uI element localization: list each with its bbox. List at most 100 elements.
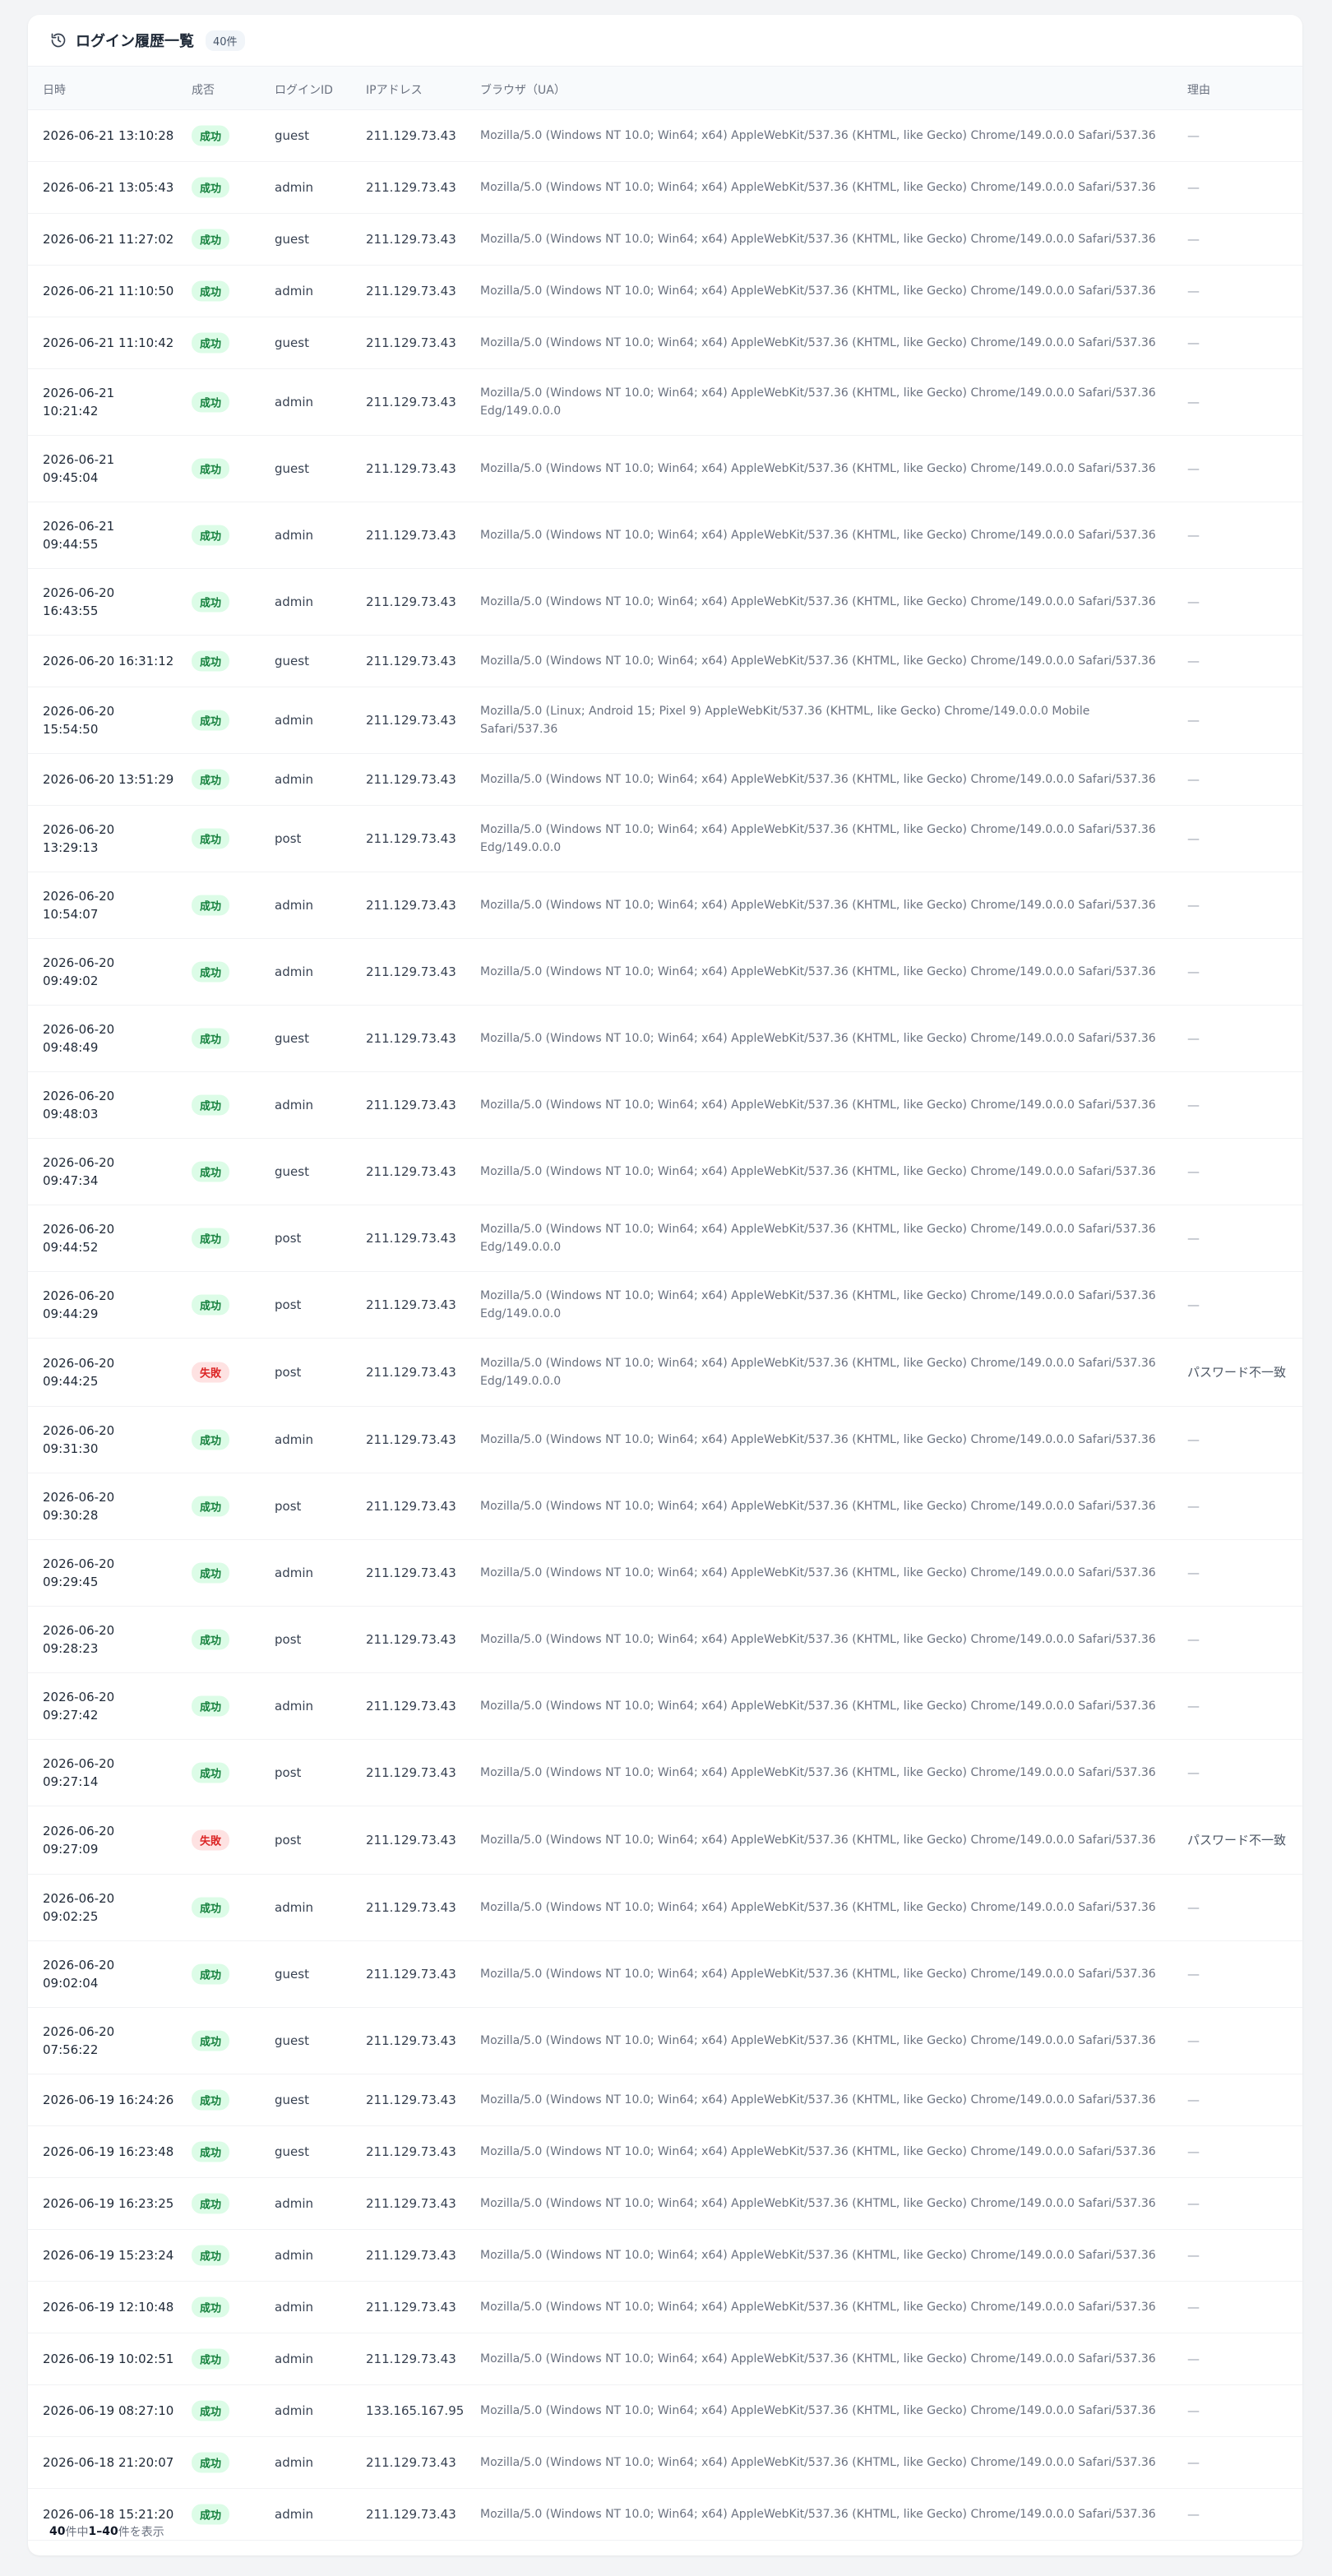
cell-ip: 211.129.73.43 xyxy=(366,713,456,728)
status-badge: 成功 xyxy=(192,177,230,198)
cell-reason: — xyxy=(1187,180,1200,195)
cell-ip: 211.129.73.43 xyxy=(366,461,456,476)
column-header-ip[interactable]: IPアドレス xyxy=(366,81,477,98)
cell-user-agent: Mozilla/5.0 (Linux; Android 15; Pixel 9)… xyxy=(480,705,1090,736)
cell-result: 成功 xyxy=(192,1695,266,1717)
cell-ip: 211.129.73.43 xyxy=(366,2248,456,2263)
cell-result: 成功 xyxy=(192,2245,266,2266)
cell-date: 2026-06-20 07:56:22 xyxy=(43,2024,115,2057)
cell-user-agent: Mozilla/5.0 (Windows NT 10.0; Win64; x64… xyxy=(480,1433,1156,1446)
cell-login-id: admin xyxy=(275,1699,313,1713)
status-badge: 成功 xyxy=(192,2030,230,2051)
cell-user-agent: Mozilla/5.0 (Windows NT 10.0; Win64; x64… xyxy=(480,595,1156,608)
column-header-browser[interactable]: ブラウザ（UA） xyxy=(480,81,1187,98)
cell-login-id: guest xyxy=(275,461,309,476)
cell-reason: — xyxy=(1187,898,1200,913)
status-badge: 成功 xyxy=(192,895,230,916)
cell-result: 成功 xyxy=(192,1963,266,1985)
cell-reason: — xyxy=(1187,1164,1200,1179)
cell-login-id: post xyxy=(275,1765,302,1780)
cell-ip: 211.129.73.43 xyxy=(366,1699,456,1713)
cell-user-agent: Mozilla/5.0 (Windows NT 10.0; Win64; x64… xyxy=(480,462,1156,475)
cell-reason: — xyxy=(1187,2300,1200,2315)
total-suffix: 件中 xyxy=(65,2526,89,2539)
cell-date: 2026-06-21 11:27:02 xyxy=(43,232,174,247)
cell-date: 2026-06-19 08:27:10 xyxy=(43,2403,174,2418)
cell-reason: — xyxy=(1187,1031,1200,1046)
status-badge: 成功 xyxy=(192,710,230,731)
table-row: 2026-06-21 13:05:43 成功 admin 211.129.73.43 M… xyxy=(28,162,1302,214)
cell-result: 成功 xyxy=(192,2400,266,2421)
cell-login-id: guest xyxy=(275,335,309,350)
table-row: 2026-06-19 08:27:10 成功 admin 133.165.167.95… xyxy=(28,2385,1302,2437)
table-row: 2026-06-20 16:31:12 成功 guest 211.129.73.43 M… xyxy=(28,636,1302,687)
cell-reason: — xyxy=(1187,2093,1200,2107)
status-badge: 成功 xyxy=(192,1629,230,1650)
cell-login-id: guest xyxy=(275,2093,309,2107)
cell-ip: 211.129.73.43 xyxy=(366,1164,456,1179)
cell-date: 2026-06-20 09:27:42 xyxy=(43,1690,115,1723)
cell-user-agent: Mozilla/5.0 (Windows NT 10.0; Win64; x64… xyxy=(480,654,1156,668)
cell-date: 2026-06-19 12:10:48 xyxy=(43,2300,174,2315)
cell-date: 2026-06-20 09:48:49 xyxy=(43,1022,115,1055)
cell-ip: 133.165.167.95 xyxy=(366,2403,465,2418)
table-row: 2026-06-20 09:28:23 成功 post 211.129.73.43 Mo… xyxy=(28,1607,1302,1673)
cell-ip: 211.129.73.43 xyxy=(366,831,456,846)
status-badge: 成功 xyxy=(192,591,230,613)
cell-reason: — xyxy=(1187,1900,1200,1915)
cell-ip: 211.129.73.43 xyxy=(366,1098,456,1112)
cell-date: 2026-06-21 11:10:50 xyxy=(43,284,174,298)
cell-result: 成功 xyxy=(192,710,266,731)
status-badge: 成功 xyxy=(192,280,230,302)
cell-user-agent: Mozilla/5.0 (Windows NT 10.0; Win64; x64… xyxy=(480,284,1156,298)
status-badge: 成功 xyxy=(192,1496,230,1517)
cell-login-id: admin xyxy=(275,2248,313,2263)
column-header-date[interactable]: 日時 xyxy=(43,81,184,98)
cell-user-agent: Mozilla/5.0 (Windows NT 10.0; Win64; x64… xyxy=(480,2249,1156,2262)
cell-ip: 211.129.73.43 xyxy=(366,528,456,543)
column-header-reason[interactable]: 理由 xyxy=(1187,81,1290,98)
table-row: 2026-06-20 09:47:34 成功 guest 211.129.73.43 M… xyxy=(28,1139,1302,1205)
cell-ip: 211.129.73.43 xyxy=(366,2144,456,2159)
cell-date: 2026-06-20 09:44:25 xyxy=(43,1356,115,1389)
cell-ip: 211.129.73.43 xyxy=(366,284,456,298)
cell-user-agent: Mozilla/5.0 (Windows NT 10.0; Win64; x64… xyxy=(480,233,1156,246)
cell-reason: — xyxy=(1187,1098,1200,1112)
cell-date: 2026-06-20 09:29:45 xyxy=(43,1556,115,1589)
cell-date: 2026-06-19 16:23:48 xyxy=(43,2144,174,2159)
cell-ip: 211.129.73.43 xyxy=(366,1765,456,1780)
cell-user-agent: Mozilla/5.0 (Windows NT 10.0; Win64; x64… xyxy=(480,1566,1156,1579)
cell-reason: — xyxy=(1187,1499,1200,1514)
cell-user-agent: Mozilla/5.0 (Windows NT 10.0; Win64; x64… xyxy=(480,2197,1156,2210)
cell-date: 2026-06-20 09:30:28 xyxy=(43,1490,115,1523)
cell-result: 成功 xyxy=(192,458,266,479)
cell-login-id: admin xyxy=(275,772,313,787)
status-badge: 成功 xyxy=(192,650,230,672)
status-badge: 成功 xyxy=(192,769,230,790)
table-row: 2026-06-20 09:30:28 成功 post 211.129.73.43 Mo… xyxy=(28,1473,1302,1540)
cell-result: 成功 xyxy=(192,650,266,672)
cell-reason: — xyxy=(1187,594,1200,609)
column-header-login-id[interactable]: ログインID xyxy=(275,81,361,98)
cell-user-agent: Mozilla/5.0 (Windows NT 10.0; Win64; x64… xyxy=(480,2301,1156,2314)
cell-date: 2026-06-20 16:43:55 xyxy=(43,585,115,618)
column-header-result[interactable]: 成否 xyxy=(192,81,266,98)
range-suffix: 件を表示 xyxy=(118,2526,164,2539)
cell-user-agent: Mozilla/5.0 (Windows NT 10.0; Win64; x64… xyxy=(480,2034,1156,2047)
cell-result: 成功 xyxy=(192,2193,266,2214)
cell-result: 成功 xyxy=(192,229,266,250)
cell-login-id: admin xyxy=(275,1432,313,1447)
status-badge: 成功 xyxy=(192,1429,230,1450)
cell-login-id: admin xyxy=(275,2300,313,2315)
status-badge: 成功 xyxy=(192,2400,230,2421)
cell-date: 2026-06-20 09:27:14 xyxy=(43,1756,115,1789)
cell-user-agent: Mozilla/5.0 (Windows NT 10.0; Win64; x64… xyxy=(480,386,1156,418)
status-badge: 成功 xyxy=(192,1161,230,1182)
cell-ip: 211.129.73.43 xyxy=(366,964,456,979)
status-badge: 成功 xyxy=(192,2141,230,2162)
cell-login-id: guest xyxy=(275,654,309,668)
cell-user-agent: Mozilla/5.0 (Windows NT 10.0; Win64; x64… xyxy=(480,1357,1156,1388)
cell-user-agent: Mozilla/5.0 (Windows NT 10.0; Win64; x64… xyxy=(480,1500,1156,1513)
cell-reason: — xyxy=(1187,2352,1200,2366)
cell-date: 2026-06-20 16:31:12 xyxy=(43,654,174,668)
